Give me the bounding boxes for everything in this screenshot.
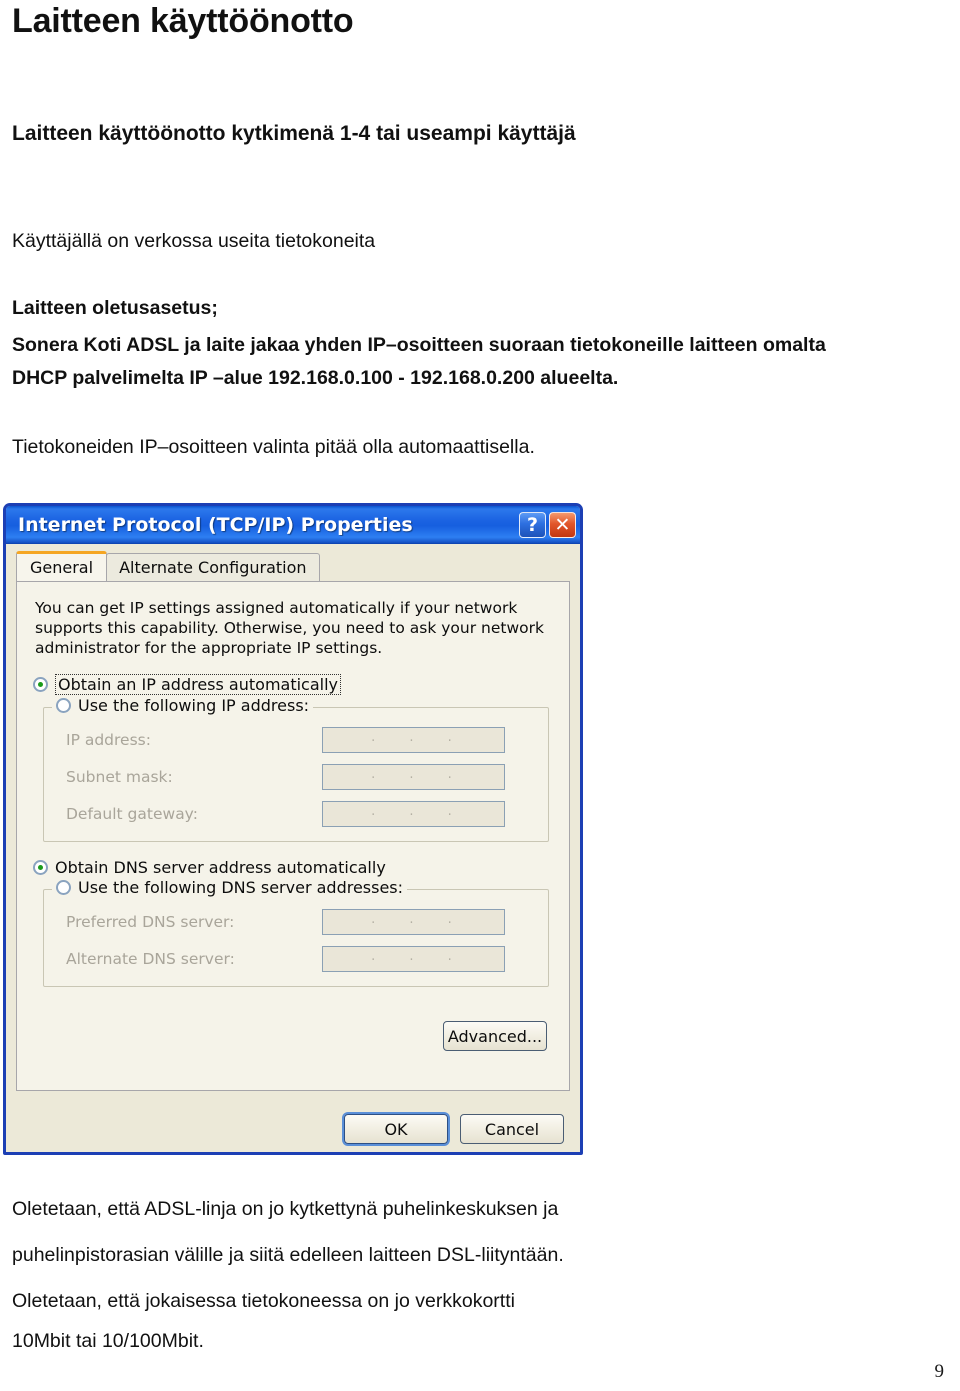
ip-segment-last (452, 956, 490, 961)
field-row-default-gateway: Default gateway: . . . (54, 798, 538, 829)
input-preferred-dns[interactable]: . . . (322, 908, 505, 935)
field-row-subnet-mask: Subnet mask: . . . (54, 761, 538, 792)
titlebar-buttons: ? ✕ (519, 512, 576, 538)
input-default-gateway[interactable]: . . . (322, 800, 505, 827)
ip-segment-last (452, 737, 490, 742)
dialog-titlebar: Internet Protocol (TCP/IP) Properties ? … (6, 506, 580, 544)
paragraph-bottom-4: 10Mbit tai 10/100Mbit. (12, 1330, 204, 1352)
paragraph-bottom-2: puhelinpistorasian välille ja siitä edel… (12, 1244, 564, 1266)
field-row-ip-address: IP address: . . . (54, 724, 538, 755)
paragraph-dhcp: DHCP palvelimelta IP –alue 192.168.0.100… (12, 367, 619, 389)
field-row-preferred-dns: Preferred DNS server: . . . (54, 906, 538, 937)
radio-obtain-dns-automatically-label: Obtain DNS server address automatically (55, 858, 386, 877)
ip-segment-last (452, 774, 490, 779)
advanced-button-row: Advanced... (33, 1021, 553, 1051)
ip-separator-dot: . (371, 948, 376, 964)
page-number: 9 (934, 1361, 945, 1382)
ip-separator-dot: . (409, 803, 414, 819)
input-alternate-dns[interactable]: . . . (322, 945, 505, 972)
radio-button-icon[interactable] (33, 860, 48, 875)
group-use-following-ip: Use the following IP address: IP address… (43, 696, 549, 842)
tcpip-properties-dialog: Internet Protocol (TCP/IP) Properties ? … (3, 503, 583, 1155)
page-title: Laitteen käyttöönotto (12, 2, 354, 40)
paragraph-bottom-1: Oletetaan, että ADSL-linja on jo kytkett… (12, 1198, 559, 1220)
paragraph-useita: Käyttäjällä on verkossa useita tietokone… (12, 230, 376, 252)
radio-button-icon[interactable] (56, 880, 71, 895)
group-use-following-dns: Use the following DNS server addresses: … (43, 878, 549, 987)
ip-separator-dot: . (409, 911, 414, 927)
label-default-gateway: Default gateway: (66, 804, 198, 823)
radio-obtain-dns-automatically[interactable]: Obtain DNS server address automatically (33, 858, 553, 877)
ip-separator-dot: . (447, 803, 452, 819)
tab-strip: General Alternate Configuration (16, 551, 570, 581)
ip-segment-last (452, 811, 490, 816)
ip-separator-dot: . (371, 911, 376, 927)
cancel-button[interactable]: Cancel (460, 1114, 564, 1144)
ip-separator-dot: . (371, 766, 376, 782)
close-icon[interactable]: ✕ (549, 512, 576, 538)
paragraph-sonera: Sonera Koti ADSL ja laite jakaa yhden IP… (12, 334, 826, 356)
dialog-title: Internet Protocol (TCP/IP) Properties (18, 514, 413, 536)
ip-separator-dot: . (447, 911, 452, 927)
label-ip-address: IP address: (66, 730, 151, 749)
help-icon[interactable]: ? (519, 512, 546, 538)
ip-separator-dot: . (371, 729, 376, 745)
radio-use-following-ip[interactable]: Use the following IP address: (52, 696, 314, 715)
ip-separator-dot: . (447, 948, 452, 964)
label-preferred-dns: Preferred DNS server: (66, 912, 235, 931)
tab-general[interactable]: General (16, 551, 108, 581)
ip-separator-dot: . (409, 729, 414, 745)
paragraph-oletusasetus: Laitteen oletusasetus; (12, 297, 218, 319)
field-row-alternate-dns: Alternate DNS server: . . . (54, 943, 538, 974)
dialog-footer: OK Cancel (6, 1114, 580, 1144)
ip-separator-dot: . (447, 766, 452, 782)
advanced-button[interactable]: Advanced... (443, 1021, 547, 1051)
radio-button-icon[interactable] (33, 677, 48, 692)
ok-button[interactable]: OK (344, 1114, 448, 1144)
input-subnet-mask[interactable]: . . . (322, 763, 505, 790)
radio-obtain-ip-automatically-label: Obtain an IP address automatically (55, 674, 342, 695)
input-ip-address[interactable]: . . . (322, 726, 505, 753)
section-heading: Laitteen käyttöönotto kytkimenä 1-4 tai … (12, 122, 576, 145)
ip-segment-last (452, 919, 490, 924)
ip-separator-dot: . (409, 948, 414, 964)
label-alternate-dns: Alternate DNS server: (66, 949, 235, 968)
label-subnet-mask: Subnet mask: (66, 767, 173, 786)
paragraph-tietokoneiden: Tietokoneiden IP–osoitteen valinta pitää… (12, 436, 535, 458)
radio-obtain-ip-automatically[interactable]: Obtain an IP address automatically (33, 674, 553, 695)
radio-use-following-dns[interactable]: Use the following DNS server addresses: (52, 878, 408, 897)
tab-alternate-configuration[interactable]: Alternate Configuration (106, 553, 320, 581)
ip-separator-dot: . (409, 766, 414, 782)
radio-button-icon[interactable] (56, 698, 71, 713)
ip-separator-dot: . (447, 729, 452, 745)
dialog-description: You can get IP settings assigned automat… (35, 599, 544, 657)
radio-use-following-ip-label: Use the following IP address: (78, 696, 310, 715)
tab-panel-general: You can get IP settings assigned automat… (16, 581, 570, 1091)
paragraph-bottom-3: Oletetaan, että jokaisessa tietokoneessa… (12, 1290, 515, 1312)
radio-use-following-dns-label: Use the following DNS server addresses: (78, 878, 404, 897)
ip-separator-dot: . (371, 803, 376, 819)
